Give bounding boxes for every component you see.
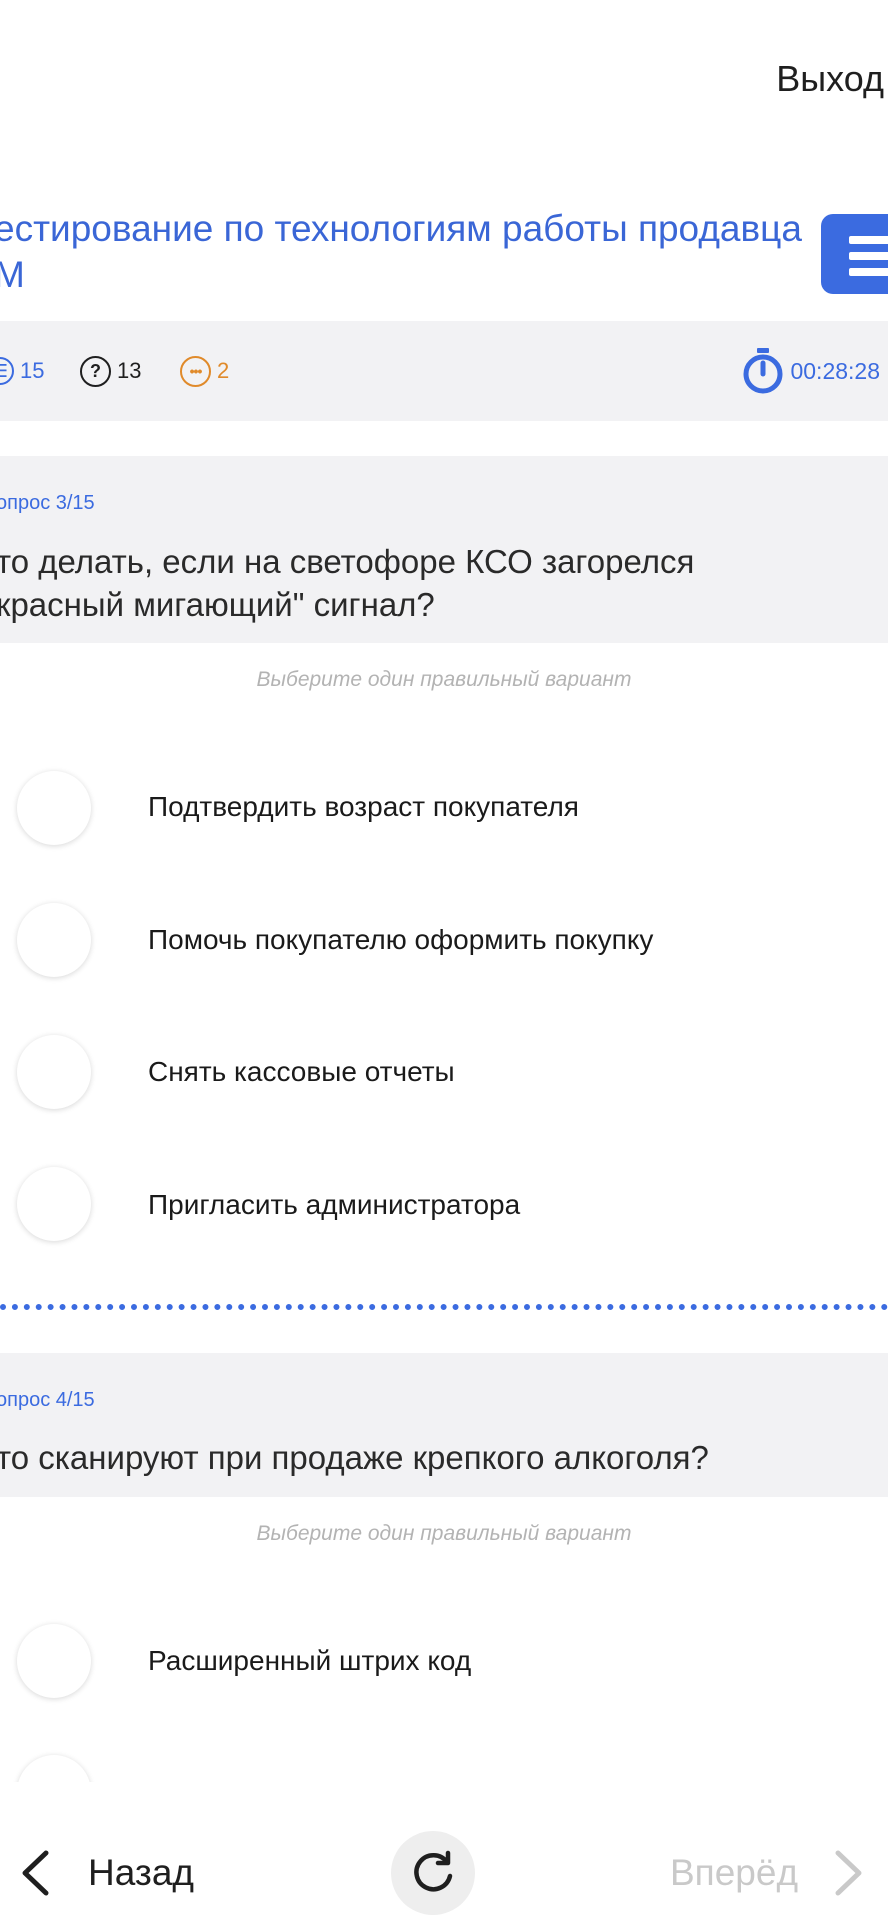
answer-radio[interactable] — [17, 1624, 91, 1698]
chevron-left-icon — [22, 1850, 49, 1896]
ellipsis-icon: ••• — [180, 355, 211, 387]
question-text: то делать, если на светофоре КСО загорел… — [0, 540, 694, 626]
question-text-line-2: красный мигающий" сигнал? — [0, 586, 435, 623]
question-text: то сканируют при продаже крепкого алкого… — [0, 1436, 709, 1479]
back-button[interactable]: Назад — [14, 1840, 194, 1906]
question-block: опрос 4/15 то сканируют при продаже креп… — [0, 1353, 888, 1497]
timer: 00:28:28 — [742, 321, 880, 421]
question-icon: ? — [80, 355, 111, 387]
exit-button[interactable]: Выход — [776, 58, 884, 100]
stat-skipped-value: 2 — [217, 358, 230, 383]
answer-hint: Выберите один правильный вариант — [256, 1522, 632, 1545]
answer-radio[interactable] — [17, 903, 91, 977]
stats-bar: ☰ 15 ? 13 ••• 2 00:28:28 — [0, 321, 888, 421]
stat-total-value: 15 — [20, 358, 45, 383]
answer-radio[interactable] — [17, 771, 91, 845]
answer-radio[interactable] — [17, 1167, 91, 1241]
stat-total: ☰ 15 — [0, 321, 44, 421]
stat-unanswered-value: 13 — [117, 358, 142, 383]
answer-option[interactable]: Расширенный штрих код — [148, 1645, 471, 1677]
menu-icon-bar — [849, 236, 888, 244]
question-text-line-1: то делать, если на светофоре КСО загорел… — [0, 543, 695, 580]
answer-radio[interactable] — [17, 1035, 91, 1109]
menu-icon-bar — [849, 252, 888, 260]
menu-icon-bar — [849, 268, 888, 276]
stat-skipped: ••• 2 — [180, 321, 229, 421]
next-button[interactable]: Вперёд — [670, 1840, 864, 1906]
back-label: Назад — [88, 1852, 195, 1893]
test-title-line-2: M — [0, 254, 25, 295]
question-number: опрос 3/15 — [0, 492, 95, 514]
menu-button[interactable] — [821, 214, 888, 294]
answer-option[interactable]: Подтвердить возраст покупателя — [148, 791, 579, 823]
stopwatch-icon — [743, 348, 783, 394]
timer-value: 00:28:28 — [790, 357, 880, 384]
answer-option[interactable]: Снять кассовые отчеты — [148, 1056, 455, 1088]
question-divider — [0, 1304, 888, 1310]
chevron-right-icon — [835, 1850, 862, 1896]
refresh-icon — [414, 1850, 453, 1892]
answer-hint: Выберите один правильный вариант — [256, 668, 632, 691]
answer-option[interactable]: Пригласить администратора — [148, 1189, 520, 1221]
question-number: опрос 4/15 — [0, 1389, 95, 1411]
stat-unanswered: ? 13 — [80, 321, 141, 421]
question-block: опрос 3/15 то делать, если на светофоре … — [0, 456, 888, 643]
answer-option[interactable]: Помочь покупателю оформить покупку — [148, 924, 653, 956]
list-icon: ☰ — [0, 357, 14, 385]
next-label: Вперёд — [670, 1852, 799, 1893]
refresh-button[interactable] — [391, 1831, 475, 1915]
question-text-line-1: то сканируют при продаже крепкого алкого… — [0, 1439, 709, 1476]
test-title: естирование по технологиям работы продав… — [0, 206, 802, 298]
test-title-line-1: естирование по технологиям работы продав… — [0, 208, 802, 249]
